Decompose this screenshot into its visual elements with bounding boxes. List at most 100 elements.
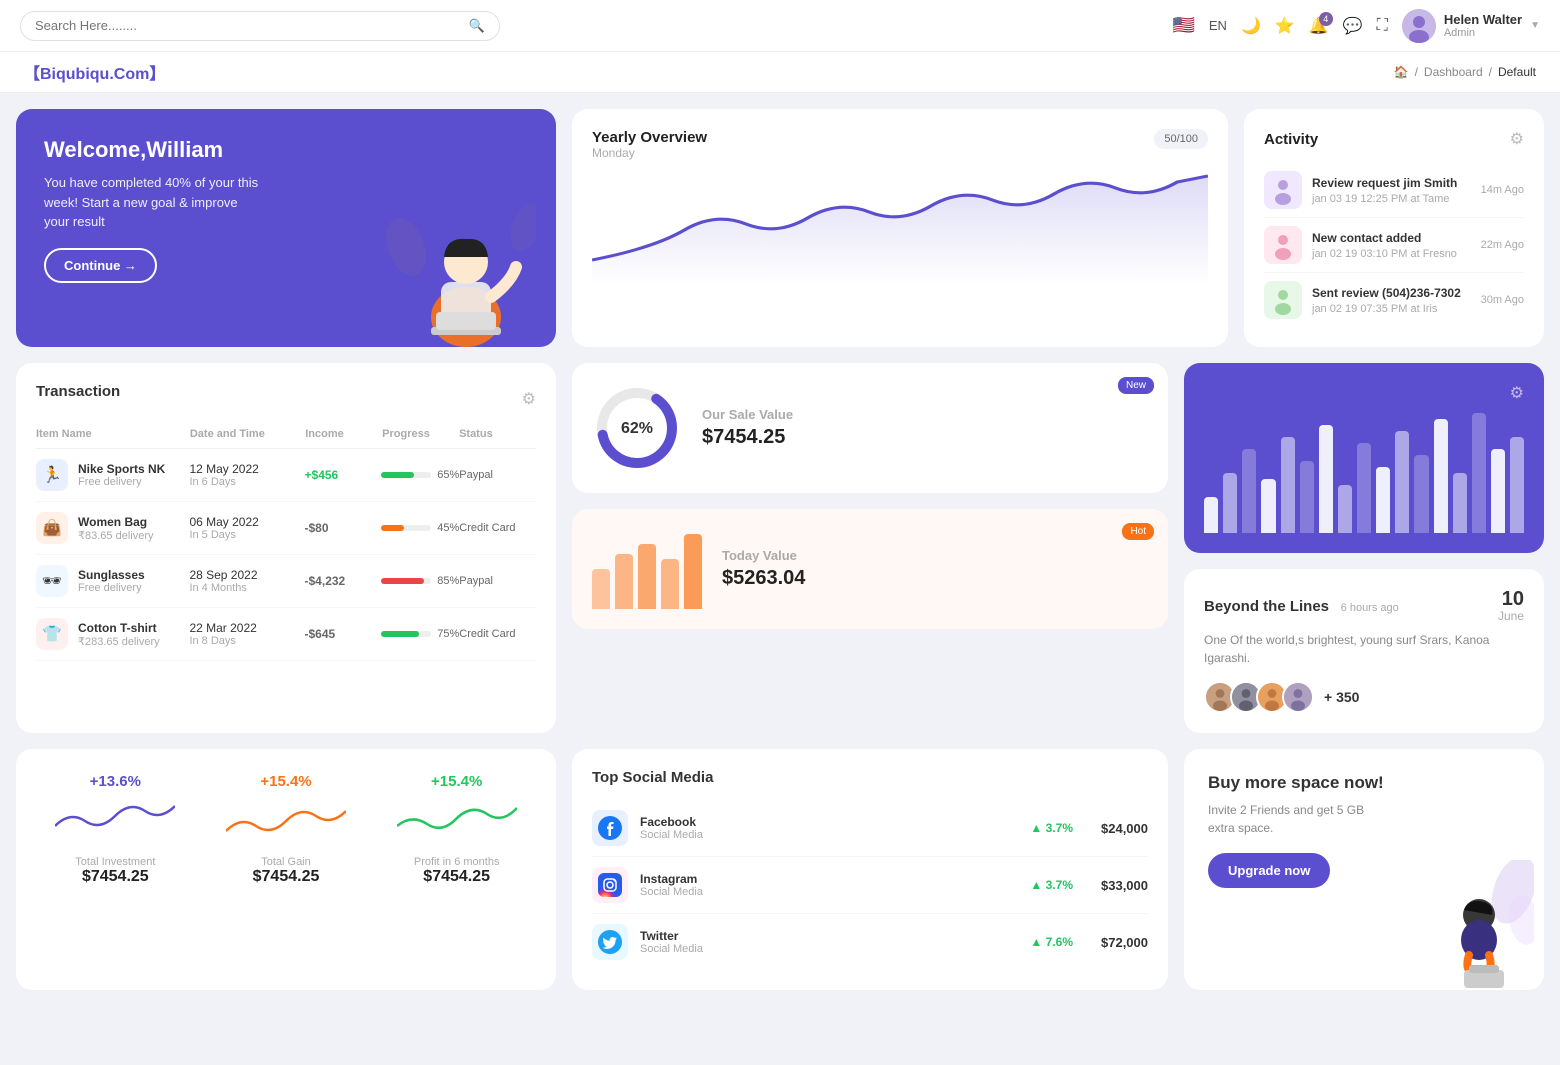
table-row-1: 👜 Women Bag ₹83.65 delivery 06 May 2022 …: [36, 502, 536, 555]
table-row-0: 🏃 Nike Sports NK Free delivery 12 May 20…: [36, 449, 536, 502]
col-item: Item Name: [36, 428, 190, 440]
social-title: Top Social Media: [592, 769, 1148, 786]
progress-pct-2: 85%: [437, 575, 459, 587]
breadcrumb-separator2: /: [1489, 65, 1492, 79]
item-sub-1: ₹83.65 delivery: [78, 529, 154, 542]
item-icon-2: 🕶: [36, 565, 68, 597]
bar-item-15: [1491, 449, 1505, 533]
upgrade-button[interactable]: Upgrade now: [1208, 853, 1330, 888]
upgrade-desc: Invite 2 Friends and get 5 GB extra spac…: [1208, 801, 1388, 837]
bar-item-5: [1300, 461, 1314, 533]
notification-badge: 4: [1319, 12, 1333, 26]
dark-mode-button[interactable]: 🌙: [1241, 16, 1261, 36]
beyond-date: 10: [1498, 589, 1524, 609]
social-name-0: Facebook: [640, 815, 703, 829]
income-0: +$456: [305, 468, 382, 482]
sale-value-1: $5263.04: [722, 567, 805, 590]
social-pct-1: ▲ 3.7%: [1030, 878, 1073, 892]
mini-stat-chart-0: [40, 796, 191, 846]
continue-button[interactable]: Continue →: [44, 248, 157, 283]
search-bar[interactable]: 🔍: [20, 11, 500, 41]
home-icon[interactable]: 🏠: [1394, 65, 1409, 79]
activity-text-0: Review request jim Smith jan 03 19 12:25…: [1312, 176, 1471, 205]
sale-label-0: Our Sale Value: [702, 407, 793, 422]
date-main-2: 28 Sep 2022: [189, 568, 304, 582]
mini-stats-card: +13.6% Total Investment $7454.25 +15.4% …: [16, 749, 556, 990]
svg-text:62%: 62%: [621, 420, 653, 437]
star-button[interactable]: ⭐: [1275, 16, 1295, 36]
status-1: Credit Card: [459, 522, 536, 534]
beyond-title: Beyond the Lines: [1204, 598, 1329, 615]
mini-stat-chart-2: [381, 796, 532, 846]
expand-button[interactable]: ⛶: [1377, 17, 1388, 35]
social-amount-1: $33,000: [1101, 878, 1148, 893]
mini-stat-label-2: Profit in 6 months: [381, 856, 532, 868]
bar-item-0: [1204, 497, 1218, 533]
progress-0: 65%: [381, 469, 459, 481]
progress-pct-3: 75%: [437, 628, 459, 640]
mini-stat-label-0: Total Investment: [40, 856, 191, 868]
item-icon-1: 👜: [36, 512, 68, 544]
col-status: Status: [459, 428, 536, 440]
bars-area: [1204, 413, 1524, 533]
message-button[interactable]: 💬: [1343, 16, 1363, 36]
notification-button[interactable]: 🔔 4: [1309, 16, 1329, 36]
yearly-overview-card: Yearly Overview Monday 50/100: [572, 109, 1228, 347]
welcome-title: Welcome,William: [44, 137, 528, 163]
main-row3: +13.6% Total Investment $7454.25 +15.4% …: [16, 749, 1544, 990]
income-1: -$80: [305, 521, 382, 535]
facebook-icon: [592, 810, 628, 846]
item-name-0: Nike Sports NK: [78, 462, 165, 476]
social-row-2: Twitter Social Media ▲ 7.6% $72,000: [592, 914, 1148, 970]
bar-item-4: [1281, 437, 1295, 533]
mini-stat-value-0: $7454.25: [40, 868, 191, 886]
bar-item-12: [1434, 419, 1448, 533]
sale-badge-1: Hot: [1122, 523, 1154, 540]
transaction-card: Transaction ⚙ Item Name Date and Time In…: [16, 363, 556, 733]
bar-item-11: [1414, 455, 1428, 533]
social-amount-2: $72,000: [1101, 935, 1148, 950]
activity-item-1: New contact added jan 02 19 03:10 PM at …: [1264, 218, 1524, 273]
activity-settings-button[interactable]: ⚙: [1510, 129, 1524, 149]
bar-item-10: [1395, 431, 1409, 533]
twitter-icon: [592, 924, 628, 960]
date-main-3: 22 Mar 2022: [189, 621, 304, 635]
activity-text-1: New contact added jan 02 19 03:10 PM at …: [1312, 231, 1471, 260]
beyond-time: 6 hours ago: [1341, 602, 1399, 614]
breadcrumb-bar: 【Biqubiqu.Com】 🏠 / Dashboard / Default: [0, 52, 1560, 93]
bar-item-16: [1510, 437, 1524, 533]
brand-title: 【Biqubiqu.Com】: [24, 60, 165, 84]
item-icon-3: 👕: [36, 618, 68, 650]
yearly-badge: 50/100: [1154, 129, 1208, 149]
transaction-settings-button[interactable]: ⚙: [522, 389, 536, 409]
progress-3: 75%: [381, 628, 459, 640]
upgrade-card: Buy more space now! Invite 2 Friends and…: [1184, 749, 1544, 990]
bar-item-1: [1223, 473, 1237, 533]
welcome-subtitle: You have completed 40% of your this week…: [44, 173, 264, 232]
bar-chart-settings-button[interactable]: ⚙: [1510, 383, 1524, 403]
search-icon: 🔍: [469, 18, 485, 34]
date-sub-3: In 8 Days: [189, 635, 304, 647]
social-sub-0: Social Media: [640, 829, 703, 841]
col-income: Income: [305, 428, 382, 440]
yearly-subtitle: Monday: [592, 146, 707, 160]
progress-pct-1: 45%: [437, 522, 459, 534]
breadcrumb-dashboard[interactable]: Dashboard: [1424, 65, 1483, 79]
instagram-icon: [592, 867, 628, 903]
sale-value-0: $7454.25: [702, 426, 793, 449]
item-sub-2: Free delivery: [78, 582, 145, 594]
social-pct-0: ▲ 3.7%: [1030, 821, 1073, 835]
activity-thumb-0: [1264, 171, 1302, 209]
social-row-1: Instagram Social Media ▲ 3.7% $33,000: [592, 857, 1148, 914]
mini-stat-pct-2: +15.4%: [381, 773, 532, 790]
activity-sub-1: jan 02 19 03:10 PM at Fresno: [1312, 248, 1457, 260]
user-info[interactable]: Helen Walter Admin ▼: [1402, 9, 1540, 43]
income-3: -$645: [305, 627, 382, 641]
sale-card-0: New 62% Our Sale Value $7454.25: [572, 363, 1168, 493]
progress-1: 45%: [381, 522, 459, 534]
item-name-3: Cotton T-shirt: [78, 621, 160, 635]
search-input[interactable]: [35, 18, 461, 33]
status-2: Paypal: [459, 575, 536, 587]
activity-name-2: Sent review (504)236-7302: [1312, 286, 1471, 300]
mini-stat-label-1: Total Gain: [211, 856, 362, 868]
